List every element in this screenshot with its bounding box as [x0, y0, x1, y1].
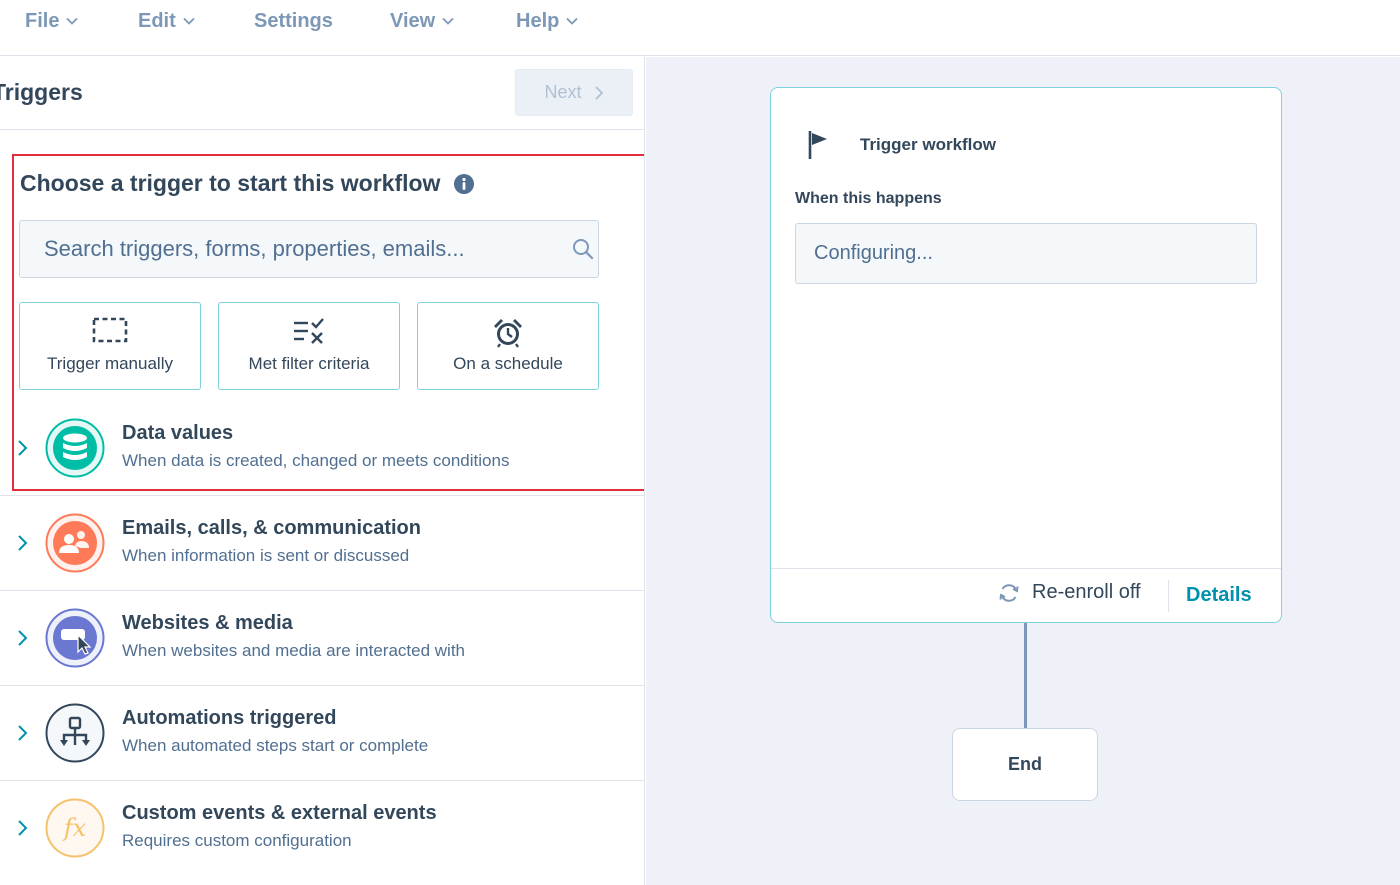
chevron-right-icon	[18, 725, 28, 741]
end-node[interactable]: End	[952, 728, 1098, 801]
trigger-card-title: Trigger workflow	[860, 135, 997, 154]
menu-help[interactable]: Help	[516, 8, 579, 34]
divider	[0, 590, 644, 591]
on-a-schedule-label: On a schedule	[453, 354, 563, 373]
workflow-icon	[45, 703, 105, 763]
search-icon[interactable]	[572, 238, 594, 260]
category-automations-triggered[interactable]: Automations triggered When automated ste…	[0, 685, 644, 780]
divider	[0, 495, 644, 496]
trigger-workflow-card[interactable]: Trigger workflow When this happens Confi…	[770, 87, 1282, 623]
chevron-right-icon	[18, 440, 28, 456]
workflow-canvas: Trigger workflow When this happens Confi…	[646, 57, 1400, 885]
end-node-label: End	[1008, 754, 1042, 774]
chevron-right-icon	[18, 630, 28, 646]
category-custom-external-events[interactable]: fx Custom events & external events Requi…	[0, 780, 644, 875]
category-description: When automated steps start or complete	[122, 736, 429, 755]
category-description: Requires custom configuration	[122, 831, 352, 850]
trigger-search-box	[19, 220, 599, 278]
category-data-values[interactable]: Data values When data is created, change…	[0, 400, 644, 495]
chevron-down-icon	[183, 17, 195, 25]
menu-settings[interactable]: Settings	[254, 8, 333, 34]
trigger-manually-option[interactable]: Trigger manually	[19, 302, 201, 390]
filter-check-icon	[294, 318, 324, 344]
trigger-search-input[interactable]	[44, 221, 534, 277]
refresh-icon	[999, 583, 1019, 602]
trigger-manually-label: Trigger manually	[47, 354, 173, 373]
chevron-right-icon	[18, 820, 28, 836]
category-title: Automations triggered	[122, 707, 337, 729]
on-a-schedule-option[interactable]: On a schedule	[417, 302, 599, 390]
choose-trigger-title: Choose a trigger to start this workflow	[20, 170, 441, 196]
menu-view-label: View	[390, 9, 436, 32]
people-chat-icon	[45, 513, 105, 573]
workflow-connector	[1024, 623, 1027, 729]
choose-trigger-heading: Choose a trigger to start this workflow	[20, 170, 475, 197]
menu-view[interactable]: View	[390, 8, 455, 34]
category-title: Data values	[122, 422, 234, 444]
chevron-down-icon	[66, 17, 79, 25]
menu-settings-label: Settings	[254, 9, 333, 32]
menu-edit[interactable]: Edit	[138, 8, 196, 34]
next-button-label: Next	[544, 82, 582, 102]
category-title: Emails, calls, & communication	[122, 517, 421, 539]
cursor-click-icon	[45, 608, 105, 668]
flag-icon	[808, 131, 827, 159]
category-description: When data is created, changed or meets c…	[122, 451, 510, 470]
svg-text:fx: fx	[62, 814, 87, 842]
database-icon	[45, 418, 105, 478]
trigger-config-field[interactable]: Configuring...	[795, 223, 1257, 284]
category-title: Custom events & external events	[122, 802, 437, 824]
category-websites-media[interactable]: Websites & media When websites and media…	[0, 590, 644, 685]
menu-bar: File Edit Settings View Help	[0, 0, 1400, 56]
dashed-square-icon	[92, 317, 128, 343]
chevron-down-icon	[442, 17, 454, 25]
menu-edit-label: Edit	[138, 9, 176, 32]
divider	[0, 685, 644, 686]
menu-file[interactable]: File	[25, 8, 79, 34]
menu-help-label: Help	[516, 9, 560, 32]
alarm-clock-icon	[494, 319, 522, 348]
category-description: When information is sent or discussed	[122, 546, 410, 565]
when-this-happens-label: When this happens	[795, 190, 942, 207]
category-emails-calls-communication[interactable]: Emails, calls, & communication When info…	[0, 495, 644, 590]
category-description: When websites and media are interacted w…	[122, 641, 466, 660]
panel-title: Triggers	[0, 79, 83, 105]
function-icon: fx	[45, 798, 105, 858]
chevron-right-icon	[594, 85, 603, 100]
next-button[interactable]: Next	[515, 69, 633, 116]
info-icon[interactable]	[454, 173, 475, 194]
divider	[0, 780, 644, 781]
met-filter-criteria-label: Met filter criteria	[248, 354, 370, 373]
category-title: Websites & media	[122, 612, 293, 634]
panel-header: Triggers Next	[0, 57, 644, 130]
chevron-right-icon	[18, 535, 28, 551]
re-enroll-toggle[interactable]: Re-enroll off	[998, 581, 1141, 604]
footer-divider	[1168, 580, 1169, 612]
menu-file-label: File	[25, 9, 60, 32]
re-enroll-label: Re-enroll off	[1032, 581, 1141, 603]
trigger-card-footer: Re-enroll off Details	[771, 568, 1281, 623]
chevron-down-icon	[566, 17, 578, 25]
met-filter-criteria-option[interactable]: Met filter criteria	[218, 302, 400, 390]
triggers-panel: Triggers Next Choose a trigger to start …	[0, 57, 645, 885]
details-link[interactable]: Details	[1186, 584, 1252, 607]
